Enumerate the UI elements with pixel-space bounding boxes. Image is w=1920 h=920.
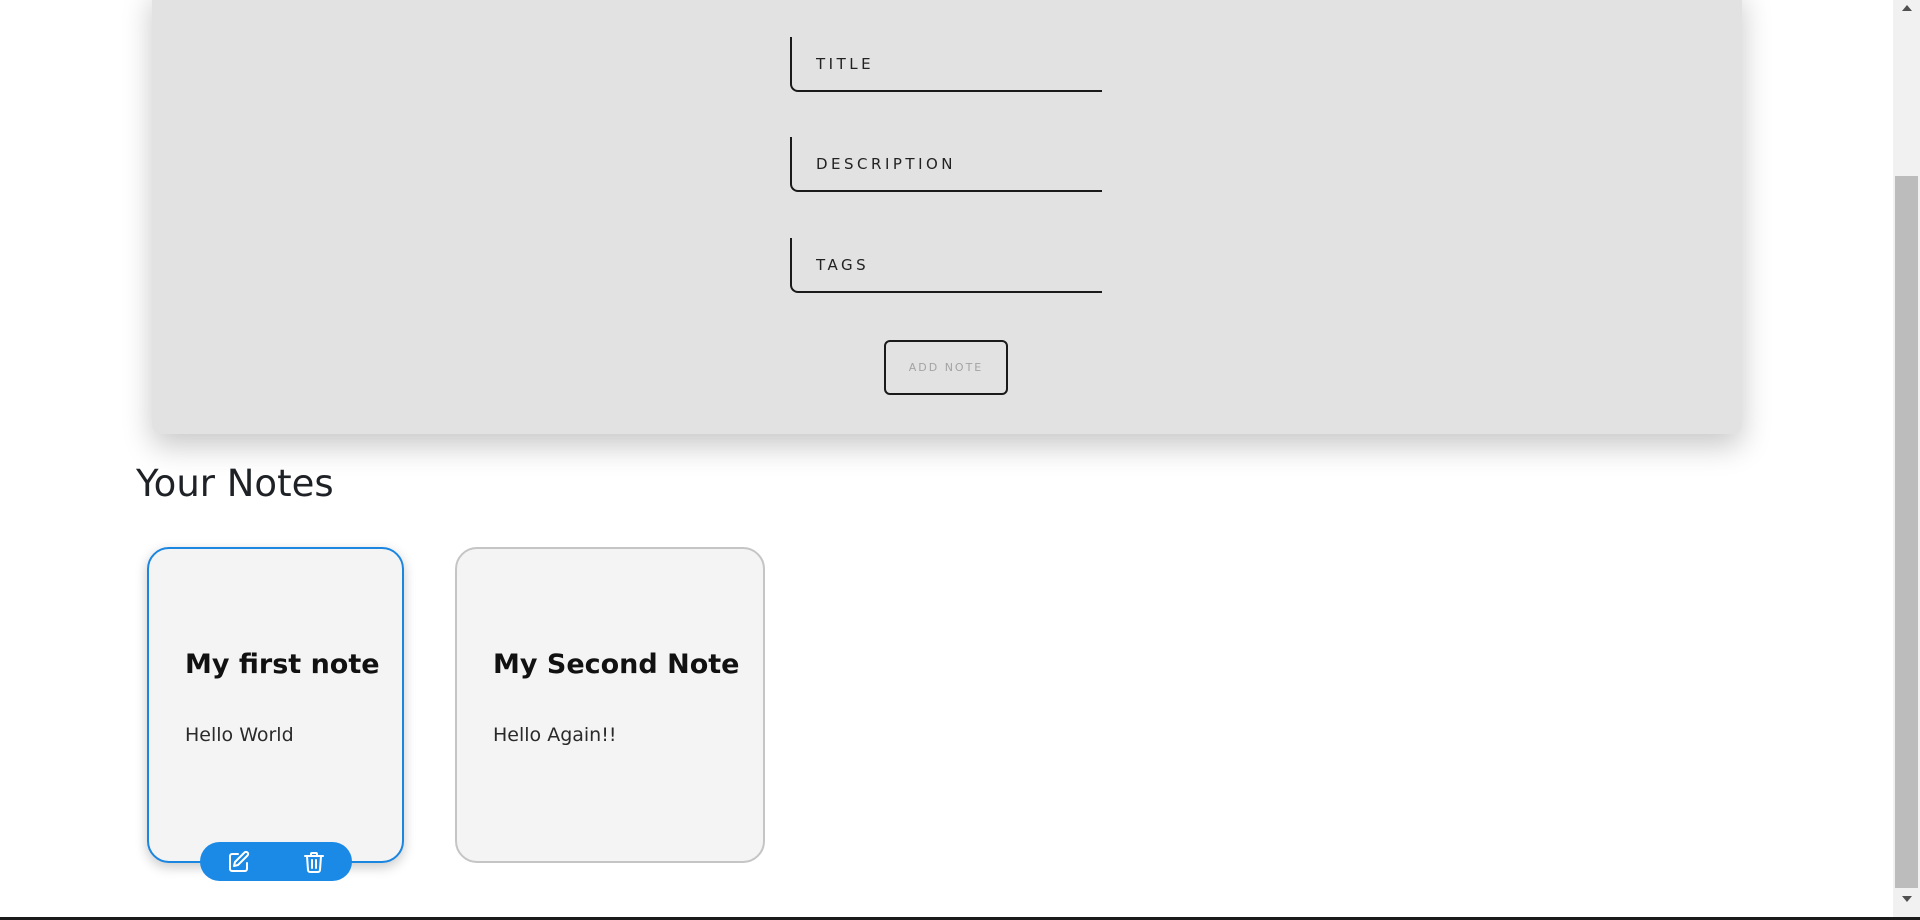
edit-icon[interactable] [227, 850, 251, 874]
note-title: My first note [185, 649, 380, 680]
scroll-up-arrow-icon[interactable] [1893, 4, 1920, 24]
tags-input[interactable] [792, 238, 1102, 291]
note-description: Hello Again!! [493, 724, 617, 746]
add-note-form: ADD NOTE [152, 0, 1742, 434]
note-description: Hello World [185, 724, 294, 746]
trash-icon[interactable] [302, 850, 326, 874]
description-input[interactable] [792, 137, 1102, 190]
tags-field [790, 238, 1102, 293]
scrollbar-thumb[interactable] [1895, 176, 1918, 888]
vertical-scrollbar[interactable] [1893, 0, 1920, 917]
title-input[interactable] [792, 37, 1102, 90]
note-card[interactable]: My first note Hello World [147, 547, 404, 863]
note-title: My Second Note [493, 649, 740, 680]
page-viewport: ADD NOTE Your Notes My first note Hello … [0, 0, 1893, 918]
description-field [790, 137, 1102, 192]
add-note-button[interactable]: ADD NOTE [884, 340, 1008, 395]
scroll-down-arrow-icon[interactable] [1893, 895, 1920, 915]
your-notes-heading: Your Notes [136, 462, 334, 505]
title-field [790, 37, 1102, 92]
note-card[interactable]: My Second Note Hello Again!! [455, 547, 765, 863]
note-actions-bar [200, 842, 352, 881]
